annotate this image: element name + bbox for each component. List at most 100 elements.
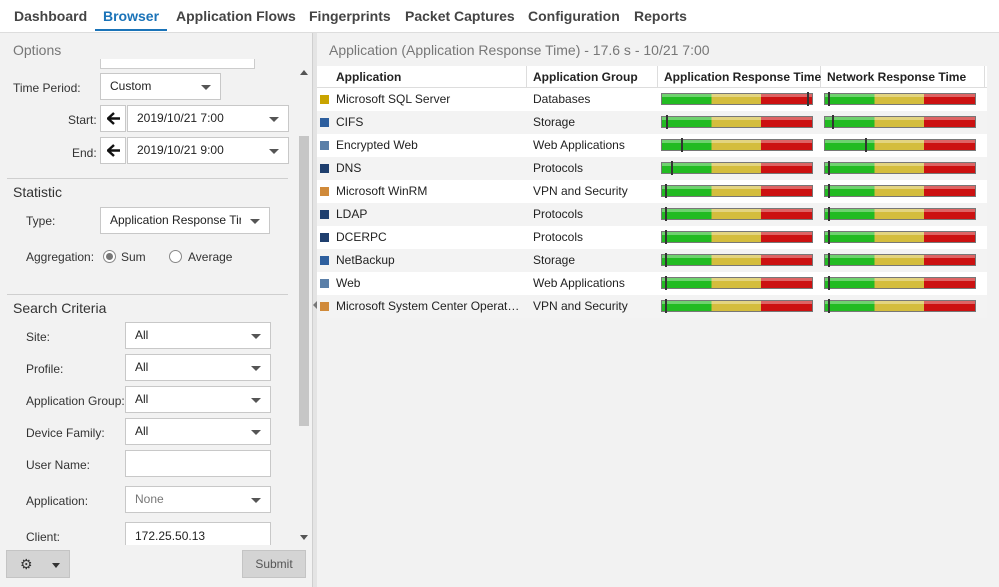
application-group-label: Application Group: xyxy=(26,394,125,408)
end-datetime-select[interactable]: 2019/10/21 9:00 xyxy=(127,137,289,164)
site-label: Site: xyxy=(26,330,51,344)
bar-marker xyxy=(665,184,667,198)
table-row[interactable]: DCERPC Protocols xyxy=(317,226,987,249)
network-response-time-bar xyxy=(824,276,976,290)
profile-select[interactable]: All xyxy=(125,354,271,381)
bar-marker xyxy=(828,276,830,290)
submit-button[interactable]: Submit xyxy=(242,550,306,578)
storage-app-icon xyxy=(320,256,329,265)
chevron-down-icon xyxy=(269,117,279,122)
scroll-up-icon[interactable] xyxy=(300,70,308,75)
column-header-application-response-time[interactable]: Application Response Time xyxy=(658,66,821,88)
user-name-label: User Name: xyxy=(26,458,91,472)
tab-dashboard[interactable]: Dashboard xyxy=(14,0,87,32)
protocol-app-icon xyxy=(320,210,329,219)
table-row[interactable]: Microsoft System Center Operatio… VPN and… xyxy=(317,295,987,318)
application-value: None xyxy=(135,492,164,506)
site-select[interactable]: All xyxy=(125,322,271,349)
chevron-down-icon xyxy=(251,366,261,371)
bar-marker xyxy=(807,92,809,106)
site-value: All xyxy=(135,328,149,342)
start-prev-button[interactable] xyxy=(100,105,126,132)
user-name-input[interactable] xyxy=(125,450,271,477)
device-family-select[interactable]: All xyxy=(125,418,271,445)
aggregation-sum-radio[interactable] xyxy=(103,250,116,263)
bar-marker xyxy=(865,138,867,152)
cell-application-group: Storage xyxy=(533,253,576,267)
application-response-time-bar xyxy=(661,276,813,290)
grid-header: Application Application Group Applicatio… xyxy=(317,66,987,88)
tab-packet-captures[interactable]: Packet Captures xyxy=(405,0,515,32)
type-label: Type: xyxy=(26,214,56,228)
aggregation-sum-label[interactable]: Sum xyxy=(121,250,146,264)
options-panel: Options Time Period: Custom Start: 2019/… xyxy=(0,33,313,587)
top-navigation: Dashboard Browser Application Flows Fing… xyxy=(0,0,999,33)
tab-configuration[interactable]: Configuration xyxy=(528,0,620,32)
bar-marker xyxy=(828,230,830,244)
application-response-time-bar xyxy=(661,92,813,106)
cell-application: Microsoft System Center Operatio… xyxy=(336,299,522,313)
table-row[interactable]: LDAP Protocols xyxy=(317,203,987,226)
statistic-type-value: Application Response Tir xyxy=(110,213,241,227)
application-group-select[interactable]: All xyxy=(125,386,271,413)
tab-application-flows[interactable]: Application Flows xyxy=(176,0,296,32)
search-criteria-title: Search Criteria xyxy=(13,300,107,316)
tab-reports[interactable]: Reports xyxy=(634,0,687,32)
statistic-type-select[interactable]: Application Response Tir xyxy=(100,207,270,234)
profile-value: All xyxy=(135,360,149,374)
security-app-icon xyxy=(320,187,329,196)
table-row[interactable]: Encrypted Web Web Applications xyxy=(317,134,987,157)
protocol-app-icon xyxy=(320,164,329,173)
table-row[interactable]: CIFS Storage xyxy=(317,111,987,134)
cell-application-group: Protocols xyxy=(533,161,584,175)
time-period-value: Custom xyxy=(110,79,152,93)
aggregation-average-radio[interactable] xyxy=(169,250,182,263)
time-period-select[interactable]: Custom xyxy=(100,73,221,100)
options-partial-field xyxy=(100,59,255,69)
table-row[interactable]: DNS Protocols xyxy=(317,157,987,180)
device-family-value: All xyxy=(135,424,149,438)
bar-marker xyxy=(665,230,667,244)
network-response-time-bar xyxy=(824,207,976,221)
network-response-time-bar xyxy=(824,184,976,198)
column-header-application[interactable]: Application xyxy=(330,66,527,88)
chevron-down-icon xyxy=(201,85,211,90)
cell-application-group: Protocols xyxy=(533,230,584,244)
start-label: Start: xyxy=(68,113,97,127)
tab-fingerprints[interactable]: Fingerprints xyxy=(309,0,391,32)
bar-marker xyxy=(832,115,834,129)
options-scrollbar-thumb[interactable] xyxy=(299,136,309,426)
table-row[interactable]: Microsoft SQL Server Databases xyxy=(317,88,987,111)
chevron-down-icon xyxy=(251,334,261,339)
chevron-down-icon xyxy=(251,498,261,503)
column-header-application-group[interactable]: Application Group xyxy=(527,66,658,88)
bar-marker xyxy=(828,299,830,313)
cell-application: Encrypted Web xyxy=(336,138,418,152)
cell-application: LDAP xyxy=(336,207,368,221)
table-row[interactable]: NetBackup Storage xyxy=(317,249,987,272)
settings-menu-button[interactable]: ⚙ xyxy=(6,550,70,578)
storage-app-icon xyxy=(320,118,329,127)
table-row[interactable]: Microsoft WinRM VPN and Security xyxy=(317,180,987,203)
time-period-label: Time Period: xyxy=(13,81,81,95)
table-row[interactable]: Web Web Applications xyxy=(317,272,987,295)
network-response-time-bar xyxy=(824,230,976,244)
tab-browser[interactable]: Browser xyxy=(94,0,168,32)
end-prev-button[interactable] xyxy=(100,137,126,164)
cell-application: Web xyxy=(336,276,361,290)
start-datetime-select[interactable]: 2019/10/21 7:00 xyxy=(127,105,289,132)
bar-marker xyxy=(665,253,667,267)
scroll-down-icon[interactable] xyxy=(300,535,308,540)
chevron-down-icon xyxy=(250,219,260,224)
application-select[interactable]: None xyxy=(125,486,271,513)
column-header-network-response-time[interactable]: Network Response Time xyxy=(821,66,985,88)
cell-application: Microsoft WinRM xyxy=(336,184,428,198)
bar-marker xyxy=(828,253,830,267)
cell-application: Microsoft SQL Server xyxy=(336,92,451,106)
aggregation-label: Aggregation: xyxy=(26,250,95,264)
application-response-time-bar xyxy=(661,230,813,244)
cell-application: NetBackup xyxy=(336,253,395,267)
network-response-time-bar xyxy=(824,161,976,175)
aggregation-average-label[interactable]: Average xyxy=(188,250,232,264)
cell-application-group: Storage xyxy=(533,115,576,129)
